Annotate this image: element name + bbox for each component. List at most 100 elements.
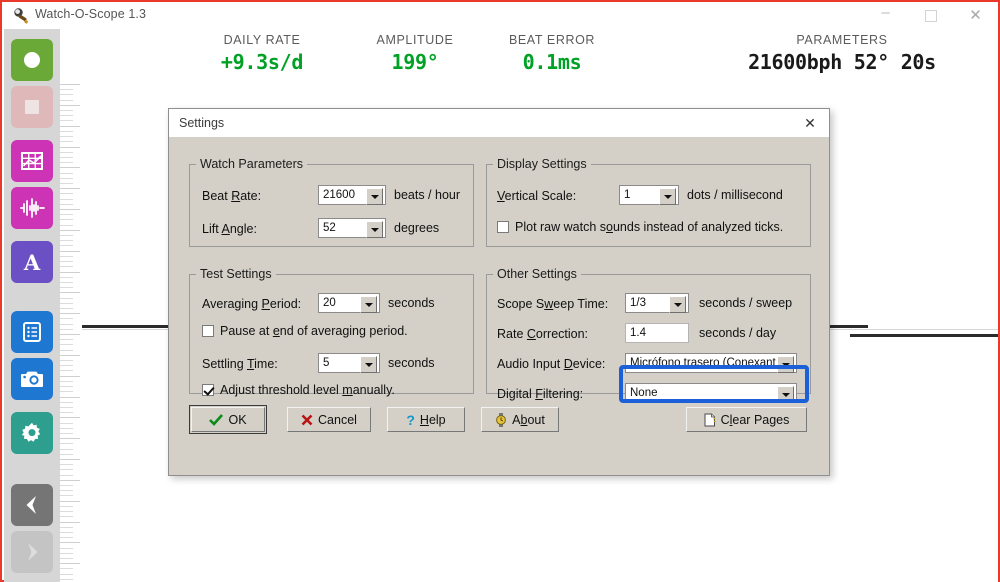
chevron-down-icon[interactable]	[366, 221, 383, 238]
rate-correction-input[interactable]: 1.4	[625, 323, 689, 343]
settings-dialog: Settings ✕ Watch Parameters Beat Rate: 2…	[168, 108, 830, 476]
chevron-down-icon[interactable]	[777, 386, 794, 403]
window-title: Watch-O-Scope 1.3	[35, 7, 147, 21]
help-button[interactable]: ? Help	[387, 407, 465, 432]
dialog-close-button[interactable]: ✕	[791, 109, 829, 137]
label-scope-sweep-time: Scope Sweep Time:	[497, 297, 609, 311]
clear-pages-button-label: Clear Pages	[720, 412, 790, 427]
camera-icon	[20, 369, 44, 389]
waveform-view-button[interactable]	[11, 187, 53, 229]
readout-label: PARAMETERS	[796, 33, 888, 47]
pause-at-end-label: Pause at end of averaging period.	[220, 324, 408, 338]
chevron-down-icon[interactable]	[659, 188, 676, 205]
watch-icon	[496, 412, 507, 427]
minimize-button[interactable]: –	[863, 0, 908, 26]
chevron-left-icon	[21, 494, 43, 516]
rate-correction-value: 1.4	[630, 327, 646, 339]
help-button-label: Help	[419, 412, 446, 427]
dialog-title-bar: Settings ✕	[169, 109, 829, 138]
settling-time-combobox[interactable]: 5	[318, 353, 380, 373]
report-button[interactable]	[11, 311, 53, 353]
digital-filtering-combobox[interactable]: None	[625, 383, 797, 403]
chevron-down-icon[interactable]	[360, 356, 377, 373]
about-button-label: About	[512, 412, 545, 427]
tool-sidebar: A	[4, 29, 60, 582]
ok-button-label: OK	[228, 412, 247, 427]
beat-rate-combobox[interactable]: 21600	[318, 185, 386, 205]
scope-sweep-time-combobox[interactable]: 1/3	[625, 293, 689, 313]
about-button[interactable]: About	[481, 407, 559, 432]
green-check-icon	[209, 413, 224, 426]
checkbox-icon	[497, 221, 509, 233]
close-button[interactable]: ✕	[953, 2, 998, 29]
settings-button[interactable]	[11, 412, 53, 454]
microphone-icon	[12, 7, 30, 24]
list-document-icon	[21, 321, 43, 343]
label-averaging-period: Averaging Period:	[202, 297, 302, 311]
application-window: Watch-O-Scope 1.3 – ✕ DAILY RATE +9.3s/d…	[0, 0, 1000, 582]
previous-page-button[interactable]	[11, 484, 53, 526]
vertical-scale-combobox[interactable]: 1	[619, 185, 679, 205]
checkbox-icon	[202, 325, 214, 337]
annotate-button[interactable]: A	[11, 241, 53, 283]
averaging-period-combobox[interactable]: 20	[318, 293, 380, 313]
lift-angle-value: 52	[323, 222, 336, 234]
ok-button[interactable]: OK	[189, 405, 267, 434]
group-legend: Display Settings	[497, 157, 587, 171]
readout-beat-error: BEAT ERROR 0.1ms	[462, 33, 642, 74]
group-display-settings: Display Settings Vertical Scale: 1 dots …	[486, 157, 811, 247]
settling-time-value: 5	[323, 357, 330, 369]
chevron-down-icon[interactable]	[777, 356, 794, 373]
stop-button[interactable]	[11, 86, 53, 128]
question-mark-icon: ?	[406, 411, 415, 428]
readout-parameters: PARAMETERS 21600bph 52° 20s	[692, 33, 992, 74]
graph-view-button[interactable]	[11, 140, 53, 182]
unit-vertical-scale: dots / millisecond	[687, 188, 783, 202]
record-button[interactable]	[11, 39, 53, 81]
digital-filtering-value: None	[630, 387, 658, 399]
plot-raw-label: Plot raw watch sounds instead of analyze…	[515, 220, 784, 234]
maximize-icon	[924, 9, 937, 22]
adjust-threshold-label: Adjust threshold level manually.	[220, 383, 395, 397]
next-page-button[interactable]	[11, 531, 53, 573]
unit-beat-rate: beats / hour	[394, 188, 461, 202]
unit-averaging-period: seconds	[388, 296, 435, 310]
dialog-button-row: OK Cancel ? Help About Clear Pages	[189, 405, 809, 434]
readout-value: 0.1ms	[522, 50, 582, 74]
beat-rate-value: 21600	[323, 189, 355, 201]
readout-value: 21600bph 52° 20s	[748, 50, 936, 74]
label-settling-time: Settling Time:	[202, 357, 278, 371]
svg-text:A: A	[23, 251, 41, 273]
vertical-ruler	[60, 82, 82, 582]
group-watch-parameters: Watch Parameters Beat Rate: 21600 beats …	[189, 157, 474, 247]
vertical-scale-value: 1	[624, 189, 631, 201]
scope-trace-segment	[850, 334, 998, 337]
plot-raw-checkbox[interactable]: Plot raw watch sounds instead of analyze…	[497, 220, 783, 234]
adjust-threshold-checkbox[interactable]: Adjust threshold level manually.	[202, 383, 395, 397]
audio-input-device-combobox[interactable]: Micrófono trasero (Conexant Sr	[625, 353, 797, 373]
label-rate-correction: Rate Correction:	[497, 327, 589, 341]
group-legend: Other Settings	[497, 267, 577, 281]
snapshot-button[interactable]	[11, 358, 53, 400]
lift-angle-combobox[interactable]: 52	[318, 218, 386, 238]
square-icon	[21, 96, 43, 118]
audio-input-device-value: Micrófono trasero (Conexant Sr	[630, 357, 791, 369]
scope-sweep-time-value: 1/3	[630, 297, 646, 309]
window-title-bar: Watch-O-Scope 1.3 – ✕	[2, 2, 998, 29]
chevron-right-icon	[21, 541, 43, 563]
chevron-down-icon[interactable]	[669, 296, 686, 313]
label-audio-input-device: Audio Input Device:	[497, 357, 606, 371]
label-beat-rate: Beat Rate:	[202, 189, 262, 203]
maximize-button[interactable]	[908, 2, 953, 29]
unit-scope-sweep-time: seconds / sweep	[699, 296, 793, 310]
pause-at-end-checkbox[interactable]: Pause at end of averaging period.	[202, 324, 408, 338]
chevron-down-icon[interactable]	[366, 188, 383, 205]
chevron-down-icon[interactable]	[360, 296, 377, 313]
gear-icon	[20, 421, 44, 445]
unit-settling-time: seconds	[388, 356, 435, 370]
red-x-icon	[301, 414, 313, 425]
cancel-button[interactable]: Cancel	[287, 407, 371, 432]
group-other-settings: Other Settings Scope Sweep Time: 1/3 sec…	[486, 267, 811, 403]
unit-rate-correction: seconds / day	[699, 326, 777, 340]
clear-pages-button[interactable]: Clear Pages	[686, 407, 807, 432]
